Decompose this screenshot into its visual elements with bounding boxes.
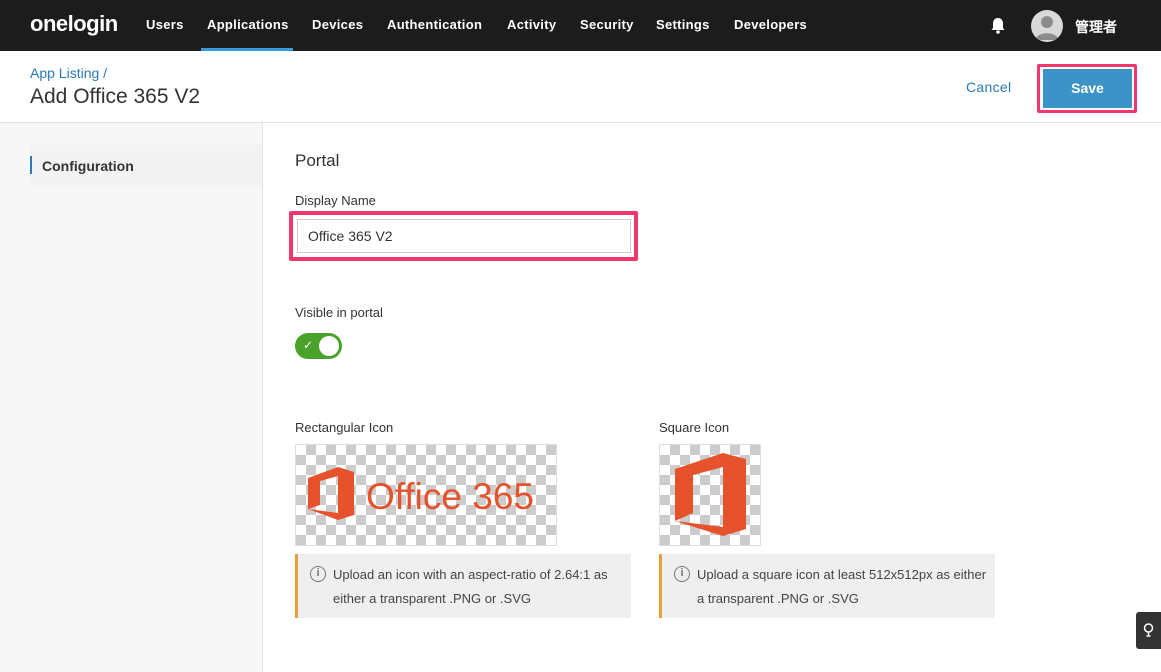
visible-in-portal-label: Visible in portal: [295, 305, 383, 320]
nav-devices[interactable]: Devices: [312, 17, 363, 32]
display-name-input[interactable]: Office 365 V2: [297, 219, 631, 253]
nav-settings[interactable]: Settings: [656, 17, 710, 32]
nav-security[interactable]: Security: [580, 17, 634, 32]
rectangular-icon-info-text: Upload an icon with an aspect-ratio of 2…: [333, 567, 608, 606]
square-icon-upload[interactable]: [659, 444, 761, 546]
visible-in-portal-toggle[interactable]: ✓: [295, 333, 342, 359]
display-name-label: Display Name: [295, 193, 376, 208]
sidebar-item-label: Configuration: [42, 158, 134, 174]
bell-icon[interactable]: [990, 17, 1006, 35]
page-title: Add Office 365 V2: [30, 85, 201, 108]
sidebar: Configuration: [0, 123, 263, 672]
page-header: App Listing / Add Office 365 V2 Cancel S…: [0, 51, 1161, 123]
nav-users[interactable]: Users: [146, 17, 184, 32]
breadcrumb-app-listing[interactable]: App Listing /: [30, 65, 107, 81]
avatar[interactable]: [1031, 10, 1063, 42]
lightbulb-icon: [1143, 623, 1154, 637]
nav-authentication[interactable]: Authentication: [387, 17, 482, 32]
info-icon: i: [674, 566, 690, 582]
rectangular-icon-upload[interactable]: Office 365: [295, 444, 557, 546]
office-365-rect-logo: Office 365: [308, 467, 534, 520]
square-icon-info: i Upload a square icon at least 512x512p…: [659, 554, 995, 618]
office-365-square-logo: [675, 453, 746, 536]
nav-applications[interactable]: Applications: [207, 17, 289, 32]
nav-activity[interactable]: Activity: [507, 17, 556, 32]
cancel-button[interactable]: Cancel: [966, 79, 1011, 95]
svg-text:Office 365: Office 365: [366, 476, 534, 517]
rectangular-icon-info: i Upload an icon with an aspect-ratio of…: [295, 554, 631, 618]
square-icon-info-text: Upload a square icon at least 512x512px …: [697, 567, 987, 606]
square-icon-label: Square Icon: [659, 420, 730, 435]
nav-developers[interactable]: Developers: [734, 17, 807, 32]
rectangular-icon-label: Rectangular Icon: [295, 420, 394, 435]
help-tab[interactable]: [1136, 612, 1161, 649]
section-title: Portal: [295, 151, 340, 170]
check-icon: ✓: [303, 338, 314, 352]
sidebar-item-configuration[interactable]: Configuration: [30, 145, 262, 187]
save-button[interactable]: Save: [1043, 69, 1132, 108]
onelogin-logo[interactable]: onelogin: [30, 11, 118, 37]
toggle-knob: [319, 336, 339, 356]
user-name[interactable]: 管理者: [1075, 17, 1117, 37]
active-indicator: [30, 156, 32, 174]
top-nav: onelogin Users Applications Devices Auth…: [0, 0, 1161, 51]
info-icon: i: [310, 566, 326, 582]
user-icon: [1035, 16, 1059, 40]
